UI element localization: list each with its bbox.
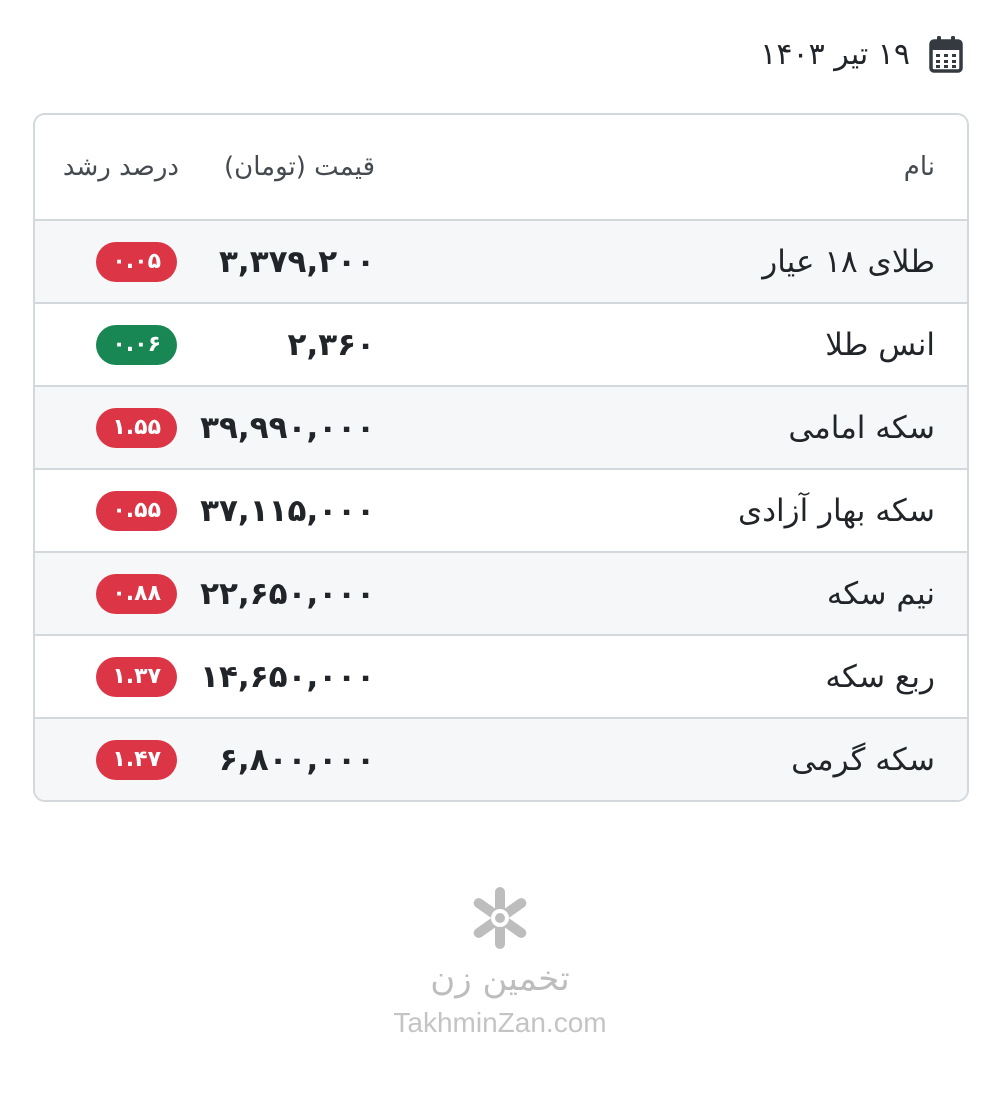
growth-badge: ۰.۰۵ bbox=[96, 241, 177, 282]
growth-badge: ۱.۴۷ bbox=[96, 739, 177, 780]
row-name: انس طلا bbox=[825, 326, 935, 363]
table-row[interactable]: نیم سکه ۲۲,۶۵۰,۰۰۰ ۰.۸۸ bbox=[35, 551, 967, 634]
brand-domain[interactable]: TakhminZan.com bbox=[0, 1007, 1000, 1039]
growth-badge: ۰.۰۶ bbox=[96, 324, 177, 365]
growth-badge: ۰.۵۵ bbox=[96, 490, 177, 531]
table-row[interactable]: سکه گرمی ۶,۸۰۰,۰۰۰ ۱.۴۷ bbox=[35, 717, 967, 800]
row-growth-cell: ۰.۰۵ bbox=[96, 221, 177, 302]
column-header-growth[interactable]: درصد رشد bbox=[63, 115, 179, 219]
row-name: ربع سکه bbox=[825, 658, 935, 695]
row-name: نیم سکه bbox=[826, 575, 935, 612]
row-price: ۱۴,۶۵۰,۰۰۰ bbox=[200, 658, 375, 695]
row-price: ۳۷,۱۱۵,۰۰۰ bbox=[200, 492, 375, 529]
current-date: ۱۹ تیر ۱۴۰۳ bbox=[760, 36, 910, 72]
column-header-name[interactable]: نام bbox=[904, 115, 935, 219]
row-name: سکه گرمی bbox=[791, 741, 935, 778]
row-growth-cell: ۱.۳۷ bbox=[96, 636, 177, 717]
footer-brand: تخمین زن TakhminZan.com bbox=[0, 885, 1000, 1039]
gold-price-table: نام قیمت (تومان) درصد رشد طلای ۱۸ عیار ۳… bbox=[33, 113, 969, 802]
table-row[interactable]: انس طلا ۲,۳۶۰ ۰.۰۶ bbox=[35, 302, 967, 385]
row-name: سکه بهار آزادی bbox=[737, 492, 935, 529]
asterisk-logo-icon[interactable] bbox=[470, 885, 530, 951]
row-name: طلای ۱۸ عیار bbox=[762, 243, 935, 280]
row-growth-cell: ۰.۸۸ bbox=[96, 553, 177, 634]
row-growth-cell: ۰.۰۶ bbox=[96, 304, 177, 385]
row-price: ۲,۳۶۰ bbox=[287, 326, 375, 363]
row-growth-cell: ۱.۵۵ bbox=[96, 387, 177, 468]
table-row[interactable]: طلای ۱۸ عیار ۳,۳۷۹,۲۰۰ ۰.۰۵ bbox=[35, 219, 967, 302]
row-price: ۲۲,۶۵۰,۰۰۰ bbox=[200, 575, 375, 612]
row-growth-cell: ۱.۴۷ bbox=[96, 719, 177, 800]
growth-badge: ۰.۸۸ bbox=[96, 573, 177, 614]
table-row[interactable]: سکه بهار آزادی ۳۷,۱۱۵,۰۰۰ ۰.۵۵ bbox=[35, 468, 967, 551]
row-name: سکه امامی bbox=[788, 409, 935, 446]
column-header-price[interactable]: قیمت (تومان) bbox=[224, 115, 375, 219]
row-growth-cell: ۰.۵۵ bbox=[96, 470, 177, 551]
table-row[interactable]: ربع سکه ۱۴,۶۵۰,۰۰۰ ۱.۳۷ bbox=[35, 634, 967, 717]
brand-name-fa: تخمین زن bbox=[430, 959, 570, 999]
date-bar: ۱۹ تیر ۱۴۰۳ bbox=[760, 30, 964, 78]
growth-badge: ۱.۳۷ bbox=[96, 656, 177, 697]
growth-badge: ۱.۵۵ bbox=[96, 407, 177, 448]
table-header-row: نام قیمت (تومان) درصد رشد bbox=[35, 115, 967, 219]
calendar-icon[interactable] bbox=[928, 34, 964, 74]
table-row[interactable]: سکه امامی ۳۹,۹۹۰,۰۰۰ ۱.۵۵ bbox=[35, 385, 967, 468]
row-price: ۳۹,۹۹۰,۰۰۰ bbox=[200, 409, 375, 446]
row-price: ۳,۳۷۹,۲۰۰ bbox=[219, 243, 375, 280]
row-price: ۶,۸۰۰,۰۰۰ bbox=[219, 741, 375, 778]
